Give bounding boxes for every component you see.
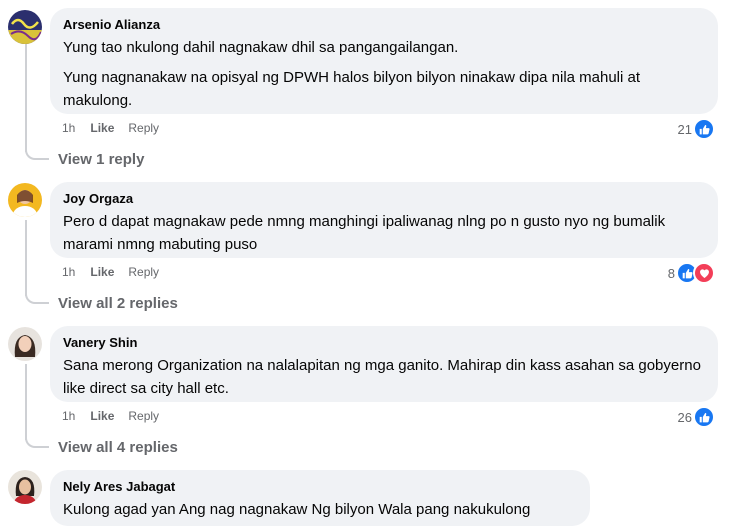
comment-author[interactable]: Vanery Shin	[63, 334, 705, 351]
comment-bubble: Joy Orgaza Pero d dapat magnakaw pede nm…	[50, 182, 718, 258]
thread-branch	[25, 294, 49, 304]
thread-branch	[25, 438, 49, 448]
avatar[interactable]	[8, 10, 42, 44]
view-replies-link[interactable]: View all 2 replies	[58, 295, 178, 313]
comment-text: Yung nagnanakaw na opisyal ng DPWH halos…	[63, 69, 641, 109]
thread-line	[25, 220, 27, 296]
like-button[interactable]: Like	[90, 409, 114, 423]
comment-author[interactable]: Arsenio Alianza	[63, 16, 705, 33]
avatar[interactable]	[8, 327, 42, 361]
comment-timestamp[interactable]: 1h	[62, 121, 75, 135]
avatar[interactable]	[8, 470, 42, 504]
comment-actions: 1h Like Reply	[62, 121, 159, 135]
like-button[interactable]: Like	[90, 265, 114, 279]
comment-actions: 1h Like Reply	[62, 409, 159, 423]
comment-actions: 1h Like Reply	[62, 265, 159, 279]
avatar[interactable]	[8, 183, 42, 217]
comment-author[interactable]: Nely Ares Jabagat	[63, 478, 577, 495]
reaction-summary[interactable]: 8	[668, 262, 715, 284]
thread-branch	[25, 150, 49, 160]
reply-button[interactable]: Reply	[128, 265, 159, 279]
thread-line	[25, 364, 27, 440]
thumbs-up-icon	[693, 406, 715, 428]
comment-text: Pero d dapat magnakaw pede nmng manghing…	[63, 213, 666, 253]
view-replies-link[interactable]: View all 4 replies	[58, 439, 178, 457]
view-replies-link[interactable]: View 1 reply	[58, 151, 144, 169]
reply-button[interactable]: Reply	[128, 409, 159, 423]
reaction-summary[interactable]: 21	[678, 118, 715, 140]
reply-button[interactable]: Reply	[128, 121, 159, 135]
comment-timestamp[interactable]: 1h	[62, 409, 75, 423]
comment-text: Yung tao nkulong dahil nagnakaw dhil sa …	[63, 39, 459, 56]
thumbs-up-icon	[693, 118, 715, 140]
comment-text: Sana merong Organization na nalalapitan …	[63, 357, 701, 397]
comment-bubble: Vanery Shin Sana merong Organization na …	[50, 326, 718, 402]
comment-timestamp[interactable]: 1h	[62, 265, 75, 279]
reaction-count: 21	[677, 121, 692, 137]
comment-bubble: Arsenio Alianza Yung tao nkulong dahil n…	[50, 8, 718, 114]
heart-icon	[693, 262, 715, 284]
comment-author[interactable]: Joy Orgaza	[63, 190, 705, 207]
reaction-count: 26	[677, 409, 692, 425]
reaction-summary[interactable]: 26	[678, 406, 715, 428]
thread-line	[25, 44, 27, 152]
reaction-count: 8	[667, 265, 675, 281]
like-button[interactable]: Like	[90, 121, 114, 135]
